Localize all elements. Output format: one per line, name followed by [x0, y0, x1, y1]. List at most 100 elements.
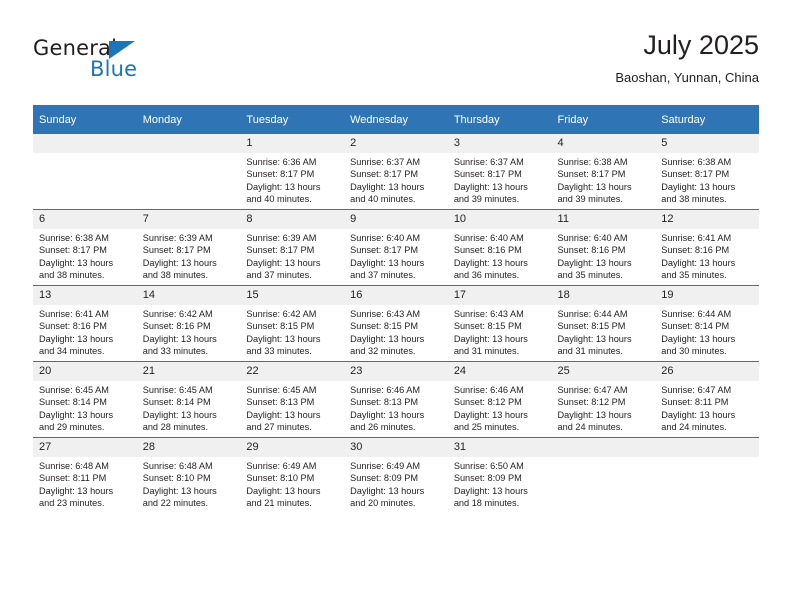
day-details: Sunrise: 6:40 AM Sunset: 8:17 PM Daylight:… [344, 229, 448, 282]
day-number: 6 [33, 210, 137, 229]
sunrise-text: Sunrise: 6:44 AM [557, 309, 628, 319]
calendar-week-row: 6 Sunrise: 6:38 AM Sunset: 8:17 PM Daylight… [33, 209, 759, 286]
daylight-text: and 39 minutes. [453, 194, 520, 205]
day-details: Sunrise: 6:39 AM Sunset: 8:17 PM Daylight:… [137, 229, 241, 282]
day-number: 8 [240, 210, 345, 229]
brand-word-blue: Blue [90, 57, 138, 81]
day-cell-2[interactable]: 2 Sunrise: 6:37 AM Sunset: 8:17 PM Daylight… [344, 134, 448, 210]
day-details: Sunrise: 6:45 AM Sunset: 8:14 PM Daylight:… [33, 381, 137, 434]
sunset-text: Sunset: 8:15 PM [557, 321, 626, 332]
daylight-text: and 31 minutes. [557, 346, 623, 357]
day-cell-19[interactable]: 19 Sunrise: 6:44 AM Sunset: 8:14 PM Dayligh… [655, 285, 759, 362]
day-details: Sunrise: 6:45 AM Sunset: 8:14 PM Daylight:… [137, 381, 241, 434]
daylight-text: and 25 minutes. [453, 422, 520, 433]
general-blue-logo[interactable]: General Blue [33, 36, 233, 92]
sunset-text: Sunset: 8:12 PM [557, 397, 626, 408]
day-details [655, 457, 759, 460]
sunrise-text: Sunrise: 6:41 AM [661, 233, 732, 243]
day-details: Sunrise: 6:43 AM Sunset: 8:15 PM Daylight:… [448, 305, 552, 358]
day-cell-10[interactable]: 10 Sunrise: 6:40 AM Sunset: 8:16 PM Dayligh… [447, 209, 552, 286]
day-cell-16[interactable]: 16 Sunrise: 6:43 AM Sunset: 8:15 PM Dayligh… [344, 285, 448, 362]
day-cell-9[interactable]: 9 Sunrise: 6:40 AM Sunset: 8:17 PM Daylight… [344, 209, 448, 286]
day-cell-28[interactable]: 28 Sunrise: 6:48 AM Sunset: 8:10 PM Dayligh… [136, 437, 241, 513]
sunset-text: Sunset: 8:12 PM [453, 397, 522, 408]
day-cell-12[interactable]: 12 Sunrise: 6:41 AM Sunset: 8:16 PM Dayligh… [655, 209, 759, 286]
sunrise-text: Sunrise: 6:45 AM [39, 385, 109, 395]
daylight-text: and 30 minutes. [661, 346, 727, 357]
day-cell-17[interactable]: 17 Sunrise: 6:43 AM Sunset: 8:15 PM Dayligh… [447, 285, 552, 362]
day-number: 24 [447, 362, 552, 381]
day-cell-8[interactable]: 8 Sunrise: 6:39 AM Sunset: 8:17 PM Daylight… [240, 209, 345, 286]
day-cell-14[interactable]: 14 Sunrise: 6:42 AM Sunset: 8:16 PM Dayligh… [136, 285, 241, 362]
sunset-text: Sunset: 8:17 PM [557, 169, 626, 180]
daylight-text: and 21 minutes. [246, 498, 312, 509]
day-details: Sunrise: 6:45 AM Sunset: 8:13 PM Daylight:… [240, 381, 344, 434]
sunrise-text: Sunrise: 6:36 AM [246, 157, 317, 167]
day-cell-3[interactable]: 3 Sunrise: 6:37 AM Sunset: 8:17 PM Daylight… [447, 134, 552, 210]
sunrise-text: Sunrise: 6:49 AM [246, 461, 317, 471]
calendar-body: 1 Sunrise: 6:36 AM Sunset: 8:17 PM Daylight… [33, 134, 759, 513]
sunset-text: Sunset: 8:16 PM [661, 245, 730, 256]
daylight-text: Daylight: 13 hours [142, 409, 217, 420]
day-cell-6[interactable]: 6 Sunrise: 6:38 AM Sunset: 8:17 PM Daylight… [33, 209, 137, 286]
sunset-text: Sunset: 8:17 PM [246, 169, 315, 180]
daylight-text: Daylight: 13 hours [453, 485, 528, 496]
sunset-text: Sunset: 8:09 PM [453, 473, 522, 484]
daylight-text: Daylight: 13 hours [246, 333, 321, 344]
sunset-text: Sunset: 8:11 PM [39, 473, 107, 484]
daylight-text: Daylight: 13 hours [661, 333, 736, 344]
daylight-text: Daylight: 13 hours [246, 181, 321, 192]
weekday-header-monday: Monday [136, 105, 241, 134]
daylight-text: Daylight: 13 hours [142, 485, 217, 496]
daylight-text: and 38 minutes. [142, 270, 209, 281]
weekday-header-tuesday: Tuesday [240, 105, 345, 134]
day-cell-23[interactable]: 23 Sunrise: 6:46 AM Sunset: 8:13 PM Dayligh… [344, 361, 448, 438]
sunset-text: Sunset: 8:14 PM [39, 397, 107, 408]
day-cell-30[interactable]: 30 Sunrise: 6:49 AM Sunset: 8:09 PM Dayligh… [344, 437, 448, 513]
day-cell-18[interactable]: 18 Sunrise: 6:44 AM Sunset: 8:15 PM Dayligh… [551, 285, 656, 362]
sunset-text: Sunset: 8:17 PM [453, 169, 522, 180]
day-cell-24[interactable]: 24 Sunrise: 6:46 AM Sunset: 8:12 PM Dayligh… [447, 361, 552, 438]
day-cell-7[interactable]: 7 Sunrise: 6:39 AM Sunset: 8:17 PM Daylight… [136, 209, 241, 286]
day-cell-15[interactable]: 15 Sunrise: 6:42 AM Sunset: 8:15 PM Dayligh… [240, 285, 345, 362]
day-details [552, 457, 656, 460]
day-number [655, 438, 759, 457]
day-number: 13 [33, 286, 137, 305]
day-cell-31[interactable]: 31 Sunrise: 6:50 AM Sunset: 8:09 PM Dayligh… [447, 437, 552, 513]
day-number: 26 [655, 362, 759, 381]
daylight-text: and 32 minutes. [350, 346, 416, 357]
day-cell-empty [136, 134, 241, 210]
daylight-text: Daylight: 13 hours [557, 257, 632, 268]
daylight-text: Daylight: 13 hours [350, 409, 425, 420]
sunrise-text: Sunrise: 6:40 AM [350, 233, 421, 243]
day-cell-22[interactable]: 22 Sunrise: 6:45 AM Sunset: 8:13 PM Dayligh… [240, 361, 345, 438]
day-cell-29[interactable]: 29 Sunrise: 6:49 AM Sunset: 8:10 PM Dayligh… [240, 437, 345, 513]
day-cell-27[interactable]: 27 Sunrise: 6:48 AM Sunset: 8:11 PM Dayligh… [33, 437, 137, 513]
day-details: Sunrise: 6:36 AM Sunset: 8:17 PM Daylight:… [240, 153, 344, 206]
sunrise-text: Sunrise: 6:46 AM [350, 385, 421, 395]
daylight-text: and 35 minutes. [661, 270, 727, 281]
sunset-text: Sunset: 8:16 PM [39, 321, 107, 332]
day-cell-1[interactable]: 1 Sunrise: 6:36 AM Sunset: 8:17 PM Daylight… [240, 134, 345, 210]
day-number: 10 [447, 210, 552, 229]
daylight-text: and 23 minutes. [39, 498, 105, 509]
day-details: Sunrise: 6:50 AM Sunset: 8:09 PM Daylight:… [448, 457, 552, 510]
day-cell-25[interactable]: 25 Sunrise: 6:47 AM Sunset: 8:12 PM Dayligh… [551, 361, 656, 438]
day-details: Sunrise: 6:46 AM Sunset: 8:12 PM Daylight:… [448, 381, 552, 434]
day-cell-20[interactable]: 20 Sunrise: 6:45 AM Sunset: 8:14 PM Dayligh… [33, 361, 137, 438]
sunrise-text: Sunrise: 6:44 AM [661, 309, 732, 319]
day-cell-26[interactable]: 26 Sunrise: 6:47 AM Sunset: 8:11 PM Dayligh… [655, 361, 759, 438]
weekday-header-wednesday: Wednesday [344, 105, 448, 134]
sunset-text: Sunset: 8:10 PM [246, 473, 315, 484]
day-cell-21[interactable]: 21 Sunrise: 6:45 AM Sunset: 8:14 PM Dayligh… [136, 361, 241, 438]
day-cell-11[interactable]: 11 Sunrise: 6:40 AM Sunset: 8:16 PM Dayligh… [551, 209, 656, 286]
sunrise-text: Sunrise: 6:48 AM [39, 461, 109, 471]
day-number: 21 [136, 362, 241, 381]
daylight-text: Daylight: 13 hours [142, 333, 217, 344]
day-cell-4[interactable]: 4 Sunrise: 6:38 AM Sunset: 8:17 PM Daylight… [551, 134, 656, 210]
day-cell-13[interactable]: 13 Sunrise: 6:41 AM Sunset: 8:16 PM Dayligh… [33, 285, 137, 362]
day-number: 30 [344, 438, 448, 457]
daylight-text: Daylight: 13 hours [350, 181, 425, 192]
day-cell-5[interactable]: 5 Sunrise: 6:38 AM Sunset: 8:17 PM Daylight… [655, 134, 759, 210]
sunset-text: Sunset: 8:17 PM [39, 245, 107, 256]
